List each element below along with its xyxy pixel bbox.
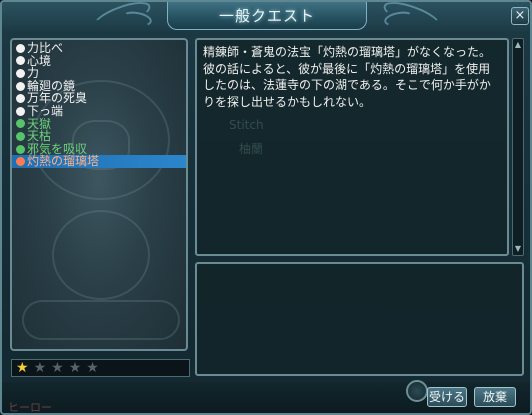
quest-list-item[interactable]: 力比べ xyxy=(16,42,184,55)
quest-list-item[interactable]: 灼熱の瑠璃塔 xyxy=(12,154,186,169)
panel-ornament xyxy=(52,210,150,300)
quest-list-item-label: 灼熱の瑠璃塔 xyxy=(27,154,100,169)
status-dot-icon xyxy=(16,81,25,91)
quest-list-item[interactable]: 下っ端 xyxy=(16,105,184,118)
quest-list-item-label: 下っ端 xyxy=(27,103,64,118)
quest-list: 力比べ 心境力輪廻の鏡 万年の死臭 下っ端 天獄 天枯 邪気を吸収 灼熱の瑠璃塔 xyxy=(12,42,186,168)
abandon-quest-button[interactable]: 放棄 xyxy=(474,387,516,407)
quest-list-item-label: 力 xyxy=(27,66,40,81)
star-icon: ★ xyxy=(33,360,47,376)
star-icon: ★ xyxy=(16,360,29,376)
quest-list-panel: 力比べ 心境力輪廻の鏡 万年の死臭 下っ端 天獄 天枯 邪気を吸収 灼熱の瑠璃塔 xyxy=(10,38,188,351)
quest-list-item-label: 天枯 xyxy=(27,129,52,144)
panel-ornament xyxy=(22,300,180,340)
status-dot-icon xyxy=(16,106,25,116)
quest-description-panel: Stitch 柚蘭 精錬師・蒼鬼の法宝「灼熱の瑠璃塔」がなくなった。彼の話による… xyxy=(195,38,509,256)
status-dot-icon xyxy=(16,144,25,154)
star-icon: ★ xyxy=(51,360,64,376)
accept-quest-button[interactable]: 受ける xyxy=(427,387,467,407)
cloud-ornament-icon xyxy=(121,9,153,29)
quest-description-text: 精錬師・蒼鬼の法宝「灼熱の瑠璃塔」がなくなった。彼の話によると、彼が最後に「灼熱… xyxy=(203,45,492,109)
status-dot-icon xyxy=(16,131,25,141)
quest-list-item[interactable]: 天枯 xyxy=(16,130,184,143)
window-title: 一般クエスト xyxy=(218,7,315,25)
status-dot-icon xyxy=(16,94,25,104)
status-dot-icon xyxy=(16,157,25,167)
close-button[interactable]: × xyxy=(511,7,529,25)
background-player-name: Stitch xyxy=(229,118,264,132)
quest-list-item[interactable]: 力 xyxy=(16,67,184,80)
title-plate: 一般クエスト xyxy=(167,2,367,30)
quest-list-item-label: 力比べ xyxy=(27,41,64,55)
difficulty-stars: ★ ★ ★ ★ ★ xyxy=(11,359,190,377)
star-icon: ★ xyxy=(68,360,82,376)
title-bar[interactable]: 一般クエスト × xyxy=(2,2,530,36)
bottom-label: ヒーロー xyxy=(8,401,52,414)
scroll-down-icon[interactable]: ▼ xyxy=(514,244,522,254)
scroll-up-icon[interactable]: ▲ xyxy=(514,40,522,50)
description-scrollbar[interactable]: ▲ ▼ xyxy=(512,38,524,256)
quest-reward-panel xyxy=(195,262,524,376)
quest-list-item[interactable]: 心境 xyxy=(16,54,184,68)
background-player-title: 柚蘭 xyxy=(239,142,264,156)
status-dot-icon xyxy=(16,68,25,78)
status-dot-icon xyxy=(16,56,25,66)
star-icon: ★ xyxy=(86,360,99,376)
status-dot-icon xyxy=(16,119,25,129)
swirl-icon[interactable] xyxy=(406,380,428,402)
status-dot-icon xyxy=(16,43,25,53)
quest-window: 一般クエスト × 力比べ 心境力輪廻の鏡 万年の死臭 下っ端 天獄 天枯 邪気を吸収 灼熱の瑠… xyxy=(0,0,532,415)
